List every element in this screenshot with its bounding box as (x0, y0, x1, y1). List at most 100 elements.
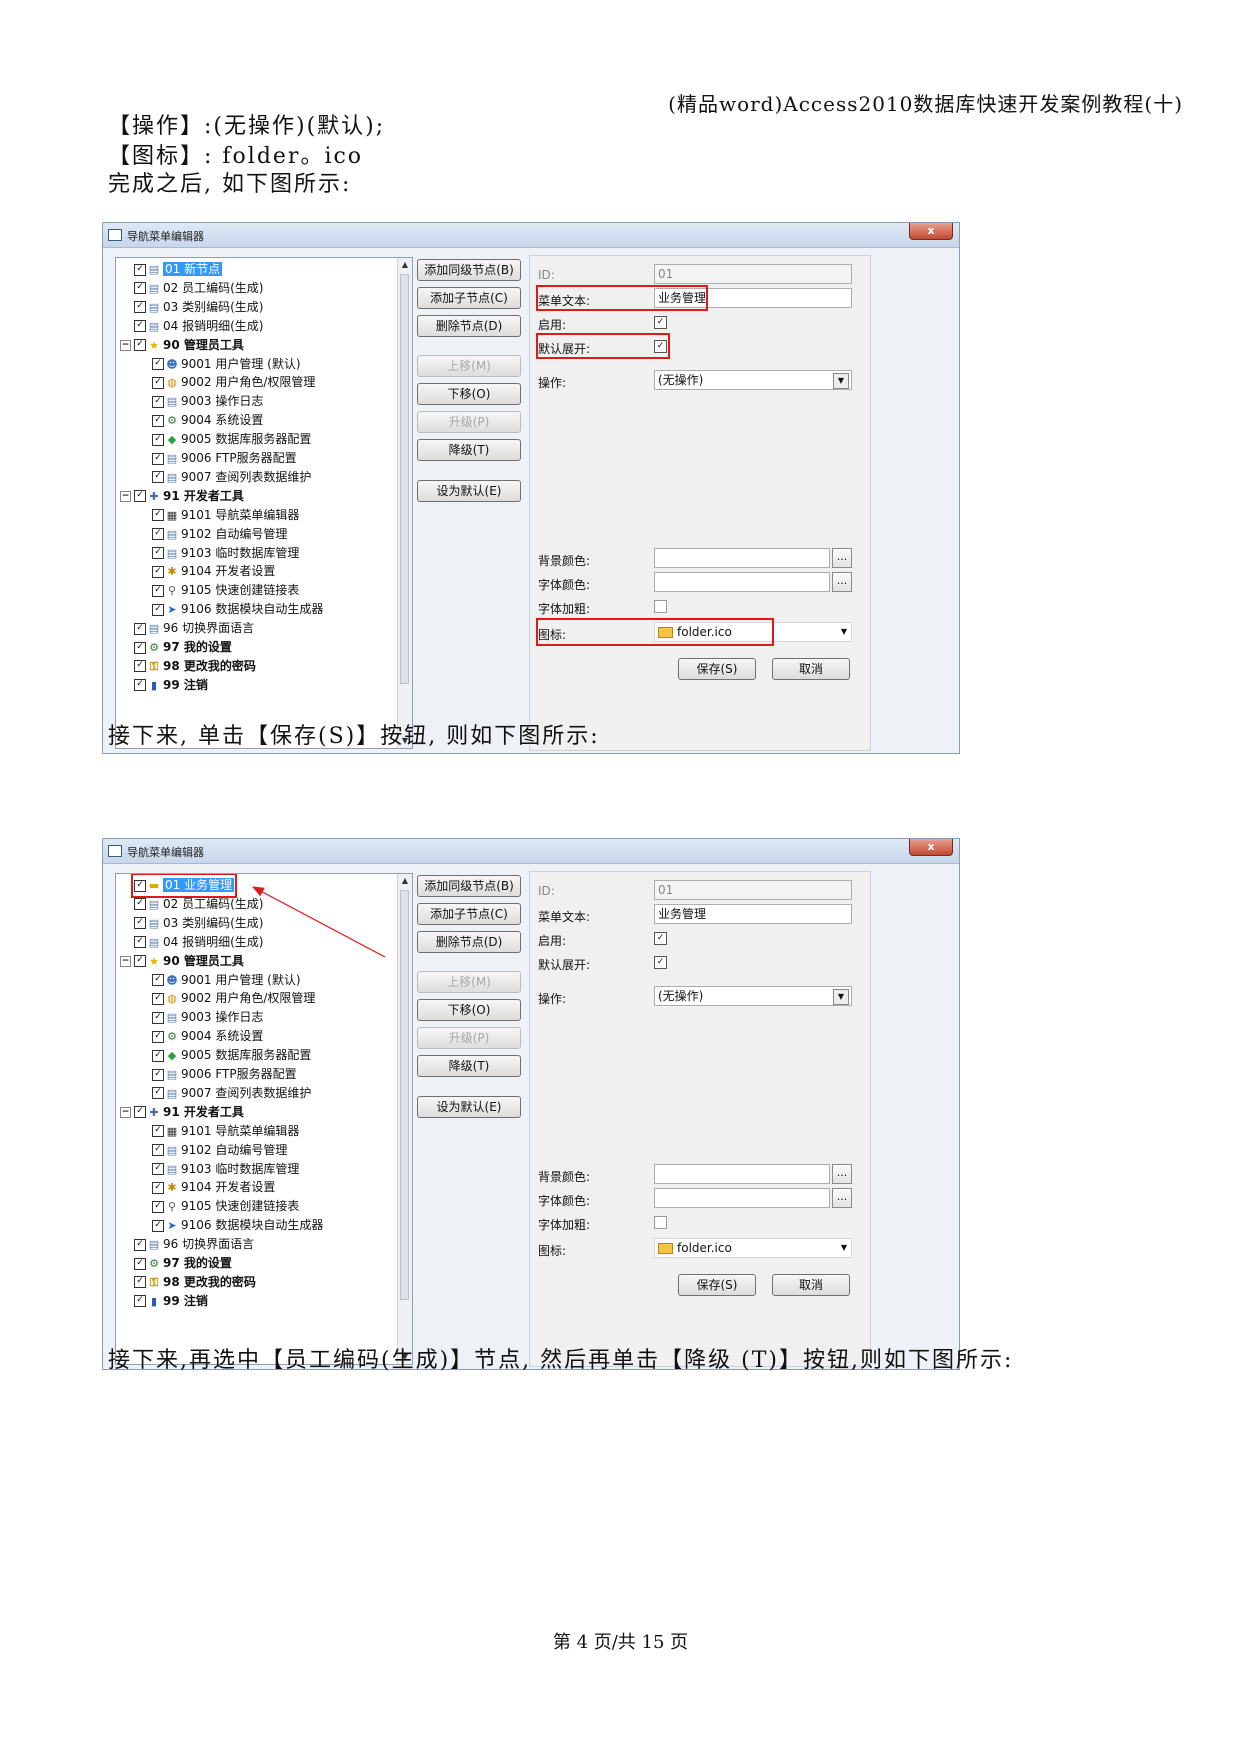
tree-node[interactable]: ✓ ◍ 9002 用户角色/权限管理 (152, 989, 315, 1008)
node-checkbox[interactable]: ✓ (134, 660, 146, 673)
demote-button[interactable]: 降级(T) (417, 1055, 521, 1077)
node-checkbox[interactable]: ✓ (152, 528, 164, 541)
node-checkbox[interactable]: ✓ (134, 679, 146, 692)
node-checkbox[interactable]: ✓ (152, 1068, 164, 1081)
node-checkbox[interactable]: ✓ (134, 1295, 146, 1308)
tree-node[interactable]: ✓ ➤ 9106 数据模块自动生成器 (152, 600, 323, 619)
node-checkbox[interactable]: ✓ (152, 1144, 164, 1157)
node-checkbox[interactable]: ✓ (152, 1049, 164, 1062)
add-sibling-button[interactable]: 添加同级节点(B) (417, 875, 521, 897)
tree-node[interactable]: − ✓ ★ 90 管理员工具 (120, 336, 244, 355)
promote-button[interactable]: 升级(P) (417, 411, 521, 433)
font-color-picker-button[interactable]: ... (832, 1188, 852, 1208)
tree-scrollbar[interactable]: ▲ ▼ (397, 258, 412, 748)
add-sibling-button[interactable]: 添加同级节点(B) (417, 259, 521, 281)
dropdown-arrow-icon[interactable]: ▼ (841, 623, 847, 641)
font-bold-checkbox[interactable] (654, 1216, 667, 1229)
node-checkbox[interactable]: ✓ (152, 1125, 164, 1138)
add-child-button[interactable]: 添加子节点(C) (417, 287, 521, 309)
move-up-button[interactable]: 上移(M) (417, 355, 521, 377)
cancel-button[interactable]: 取消 (772, 1274, 850, 1296)
bg-color-field[interactable] (654, 1164, 830, 1184)
tree-node[interactable]: ✓ ✱ 9104 开发者设置 (152, 1178, 275, 1197)
node-checkbox[interactable]: ✓ (152, 1087, 164, 1100)
node-checkbox[interactable]: ✓ (152, 1181, 164, 1194)
node-checkbox[interactable]: ✓ (152, 584, 164, 597)
node-checkbox[interactable]: ✓ (152, 1163, 164, 1175)
node-checkbox[interactable]: ✓ (152, 1219, 164, 1232)
tree-node[interactable]: − ✓ ★ 90 管理员工具 (120, 952, 244, 971)
tree-node[interactable]: ✓ ▤ 02 员工编码(生成) (134, 895, 263, 914)
tree-node[interactable]: ✓ ◆ 9005 数据库服务器配置 (152, 1046, 311, 1065)
node-checkbox[interactable]: ✓ (134, 282, 146, 295)
node-checkbox[interactable]: ✓ (152, 471, 164, 484)
node-checkbox[interactable]: ✓ (152, 1011, 164, 1024)
tree-node[interactable]: ✓ ☻ 9001 用户管理 (默认) (152, 971, 301, 990)
collapse-toggle-icon[interactable]: − (120, 339, 131, 351)
font-color-picker-button[interactable]: ... (832, 572, 852, 592)
tree-node[interactable]: ✓ ⚿ 98 更改我的密码 (134, 657, 256, 676)
node-checkbox[interactable]: ✓ (152, 547, 164, 559)
tree-node[interactable]: ✓ ▤ 9103 临时数据库管理 (152, 544, 299, 563)
tree-node[interactable]: ✓ ▤ 01 新节点 (134, 260, 223, 279)
node-checkbox[interactable]: ✓ (152, 395, 164, 408)
node-checkbox[interactable]: ✓ (134, 490, 146, 503)
tree-node[interactable]: ✓ ▤ 9003 操作日志 (152, 392, 263, 411)
close-button[interactable]: x (909, 839, 953, 856)
move-down-button[interactable]: 下移(O) (417, 999, 521, 1021)
tree-node[interactable]: ✓ ▤ 96 切换界面语言 (134, 619, 254, 638)
collapse-toggle-icon[interactable]: − (120, 1106, 131, 1118)
tree-node[interactable]: ✓ ▤ 9006 FTP服务器配置 (152, 1065, 297, 1084)
bg-color-picker-button[interactable]: ... (832, 548, 852, 568)
cancel-button[interactable]: 取消 (772, 658, 850, 680)
node-checkbox[interactable]: ✓ (152, 358, 164, 370)
tree-node[interactable]: ✓ ▤ 02 员工编码(生成) (134, 279, 263, 298)
tree-node[interactable]: ✓ ▤ 03 类别编码(生成) (134, 298, 263, 317)
menu-tree[interactable]: ✓ ▬ 01 业务管理 ✓ ▤ 02 员工编码(生成) ✓ ▤ 03 类别编码(生成) ✓ ▤ 04 … (115, 873, 413, 1365)
dropdown-arrow-icon[interactable]: ▼ (841, 1239, 847, 1257)
node-checkbox[interactable]: ✓ (134, 320, 146, 333)
node-checkbox[interactable]: ✓ (134, 1276, 146, 1289)
move-down-button[interactable]: 下移(O) (417, 383, 521, 405)
tree-node[interactable]: ✓ ▦ 9101 导航菜单编辑器 (152, 1122, 299, 1141)
scroll-thumb[interactable] (400, 890, 409, 1300)
node-checkbox[interactable]: ✓ (134, 917, 146, 930)
node-checkbox[interactable]: ✓ (134, 936, 146, 949)
set-default-button[interactable]: 设为默认(E) (417, 480, 521, 502)
node-checkbox[interactable]: ✓ (134, 1257, 146, 1270)
node-checkbox[interactable]: ✓ (134, 641, 146, 654)
node-checkbox[interactable]: ✓ (152, 992, 164, 1005)
default-expand-checkbox[interactable]: ✓ (654, 956, 667, 969)
tree-node[interactable]: ✓ ▦ 9101 导航菜单编辑器 (152, 506, 299, 525)
enabled-checkbox[interactable]: ✓ (654, 316, 667, 329)
node-checkbox[interactable]: ✓ (134, 1106, 146, 1119)
tree-node[interactable]: ✓ ▤ 9103 临时数据库管理 (152, 1160, 299, 1179)
tree-node[interactable]: ✓ ▤ 9102 自动编号管理 (152, 525, 287, 544)
add-child-button[interactable]: 添加子节点(C) (417, 903, 521, 925)
node-checkbox[interactable]: ✓ (152, 974, 164, 986)
tree-node[interactable]: − ✓ ✚ 91 开发者工具 (120, 487, 244, 506)
delete-node-button[interactable]: 删除节点(D) (417, 315, 521, 337)
tree-node[interactable]: ✓ ☻ 9001 用户管理 (默认) (152, 355, 301, 374)
bg-color-picker-button[interactable]: ... (832, 1164, 852, 1184)
tree-node[interactable]: ✓ ▤ 9007 查阅列表数据维护 (152, 468, 311, 487)
node-checkbox[interactable]: ✓ (152, 1030, 164, 1043)
icon-select[interactable]: folder.ico ▼ (654, 1238, 852, 1258)
scroll-up-icon[interactable]: ▲ (398, 874, 412, 888)
tree-node[interactable]: ✓ ▤ 9006 FTP服务器配置 (152, 449, 297, 468)
tree-node[interactable]: − ✓ ✚ 91 开发者工具 (120, 1103, 244, 1122)
action-select[interactable]: (无操作) ▼ (654, 370, 852, 390)
node-checkbox[interactable]: ✓ (134, 622, 146, 635)
node-checkbox[interactable]: ✓ (134, 339, 146, 352)
node-checkbox[interactable]: ✓ (152, 452, 164, 465)
font-color-field[interactable] (654, 572, 830, 592)
scroll-thumb[interactable] (400, 274, 409, 684)
node-checkbox[interactable]: ✓ (152, 376, 164, 389)
menu-text-field[interactable]: 业务管理 (654, 904, 852, 924)
tree-node[interactable]: ✓ ▮ 99 注销 (134, 1292, 208, 1311)
scroll-up-icon[interactable]: ▲ (398, 258, 412, 272)
tree-node[interactable]: ✓ ◆ 9005 数据库服务器配置 (152, 430, 311, 449)
node-checkbox[interactable]: ✓ (152, 1200, 164, 1213)
chevron-down-icon[interactable]: ▼ (833, 373, 849, 389)
collapse-toggle-icon[interactable]: − (120, 490, 131, 502)
